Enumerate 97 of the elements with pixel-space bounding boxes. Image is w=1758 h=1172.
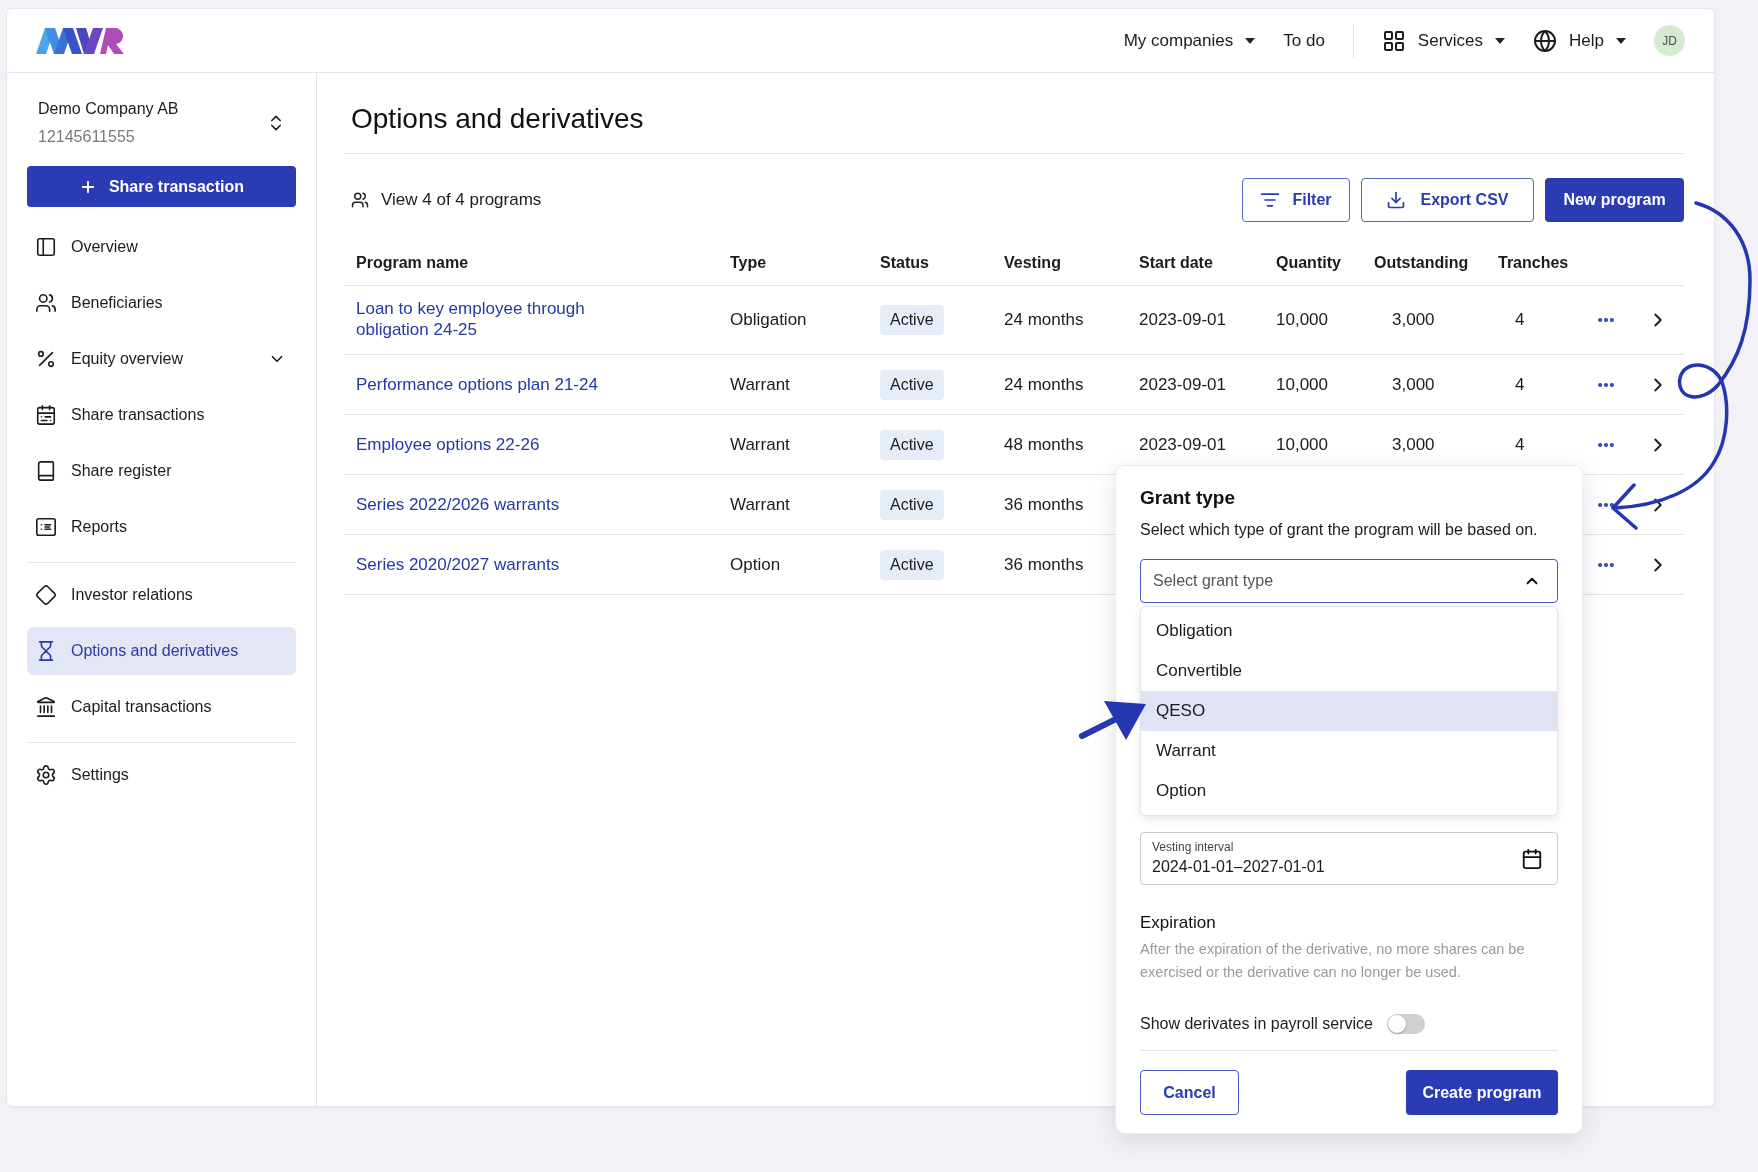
dialog-description: Select which type of grant the program will be based on.: [1140, 520, 1539, 540]
grid-icon: [1381, 28, 1406, 53]
column-header: Vesting: [1004, 254, 1061, 271]
globe-icon: [1533, 28, 1558, 53]
sidebar-item[interactable]: Settings: [27, 751, 296, 799]
dialog-title: Grant type: [1140, 486, 1237, 510]
section-title: Expiration: [1140, 912, 1217, 934]
status-badge: Active: [880, 305, 944, 335]
section-description: After the expiration of the derivative, no more shares can be exercised or the derivative can no longer be used.: [1140, 940, 1526, 982]
percent-icon: [35, 348, 57, 370]
table-cell: 2023-09-01: [1139, 374, 1226, 394]
table-cell: Warrant: [730, 434, 790, 454]
calendar-icon: [35, 404, 57, 426]
date-range-field[interactable]: Vesting interval 2024-01-01–2027-01-01: [1140, 832, 1558, 885]
column-header: Tranches: [1498, 254, 1569, 271]
users-icon: [351, 191, 369, 209]
arrow-annotation: [1078, 699, 1148, 741]
filter-button[interactable]: Filter: [1242, 178, 1350, 222]
column-header: Outstanding: [1374, 254, 1469, 271]
dropdown-option[interactable]: QESO: [1141, 691, 1557, 731]
calendar-icon[interactable]: [1521, 847, 1543, 870]
diamond-icon: [35, 584, 57, 606]
status-badge: Active: [880, 369, 944, 400]
table-cell: 3,000: [1392, 434, 1435, 454]
table-cell: 4: [1515, 434, 1525, 454]
sidebar-item[interactable]: Investor relations: [27, 571, 296, 619]
nav-menu-button[interactable]: Help: [1533, 27, 1626, 54]
program-link[interactable]: Performance options plan 21-24: [356, 373, 598, 395]
sidebar-item[interactable]: Beneficiaries: [27, 279, 296, 327]
sidebar-item[interactable]: Options and derivatives: [27, 627, 296, 675]
settings-icon: [35, 764, 57, 786]
create-program-button[interactable]: Create program: [1406, 1070, 1558, 1115]
table-cell: 10,000: [1276, 374, 1328, 394]
program-link[interactable]: Series 2022/2026 warrants: [356, 493, 560, 515]
dropdown-option[interactable]: Warrant: [1141, 731, 1557, 771]
logo[interactable]: [36, 27, 124, 54]
table-cell: 48 months: [1004, 434, 1084, 454]
table-cell: Obligation: [730, 310, 807, 330]
sidebar-item[interactable]: Reports: [27, 503, 296, 551]
book-icon: [35, 460, 57, 482]
select-field[interactable]: Select grant type: [1140, 559, 1558, 603]
sidebar-item[interactable]: Equity overview: [27, 335, 296, 383]
sidebar-item[interactable]: Capital transactions: [27, 683, 296, 731]
download-icon: [1386, 190, 1407, 210]
column-header: Quantity: [1276, 254, 1341, 271]
company-number: 12145611555: [38, 128, 136, 146]
toggle-switch[interactable]: [1387, 1014, 1425, 1034]
nav-menu-button[interactable]: My companies: [1123, 27, 1256, 54]
table-cell: 36 months: [1004, 494, 1084, 514]
sidebar-item[interactable]: Share register: [27, 447, 296, 495]
table-cell: 4: [1515, 374, 1525, 394]
sidebar-item[interactable]: Share transactions: [27, 391, 296, 439]
table-cell: 2023-09-01: [1139, 434, 1226, 454]
toggle-label: Show derivates in payroll service: [1140, 1014, 1373, 1034]
table-cell: 3,000: [1392, 374, 1435, 394]
table-cell: 10,000: [1276, 310, 1328, 330]
share-transaction-button[interactable]: Share transaction: [27, 166, 296, 207]
column-header: Type: [730, 254, 767, 271]
table-cell: 36 months: [1004, 554, 1084, 574]
status-badge: Active: [880, 549, 944, 580]
field-label: Vesting interval: [1152, 840, 1235, 854]
column-header: Program name: [356, 254, 469, 271]
program-link[interactable]: Series 2020/2027 warrants: [356, 553, 560, 575]
nav-menu-button[interactable]: Services: [1381, 27, 1506, 54]
dropdown-option[interactable]: Option: [1141, 771, 1557, 811]
export-button[interactable]: Export CSV: [1361, 178, 1534, 222]
panel-icon: [35, 236, 57, 258]
dropdown-option[interactable]: Obligation: [1141, 611, 1557, 651]
table-cell: 24 months: [1004, 374, 1084, 394]
users-icon: [35, 292, 57, 314]
sidebar-item[interactable]: Overview: [27, 223, 296, 271]
column-header: Start date: [1139, 254, 1213, 271]
field-value: 2024-01-01–2027-01-01: [1152, 857, 1325, 877]
new-program-button[interactable]: New program: [1545, 178, 1684, 222]
program-link[interactable]: Loan to key employee through obligation 24-25: [356, 298, 636, 340]
column-header: Status: [880, 254, 929, 271]
cancel-button[interactable]: Cancel: [1140, 1070, 1239, 1115]
table-cell: 4: [1515, 310, 1525, 330]
program-link[interactable]: Employee options 22-26: [356, 433, 540, 455]
table-cell: 3,000: [1392, 310, 1435, 330]
program-count: View 4 of 4 programs: [381, 189, 542, 212]
filter-icon: [1260, 190, 1281, 210]
avatar[interactable]: JD: [1654, 25, 1685, 56]
table-cell: Warrant: [730, 494, 790, 514]
bank-icon: [35, 696, 57, 718]
page-title: Options and derivatives: [350, 102, 645, 136]
table-cell: 2023-09-01: [1139, 310, 1226, 330]
status-badge: Active: [880, 429, 944, 460]
nav-menu-button[interactable]: To do: [1283, 27, 1325, 54]
table-cell: Warrant: [730, 374, 790, 394]
status-badge: Active: [880, 489, 944, 520]
company-name: Demo Company AB: [38, 99, 179, 119]
table-cell: 10,000: [1276, 434, 1328, 454]
table-cell: Option: [730, 554, 781, 574]
table-cell: 24 months: [1004, 310, 1084, 330]
list-icon: [35, 516, 57, 538]
dropdown-option[interactable]: Convertible: [1141, 651, 1557, 691]
